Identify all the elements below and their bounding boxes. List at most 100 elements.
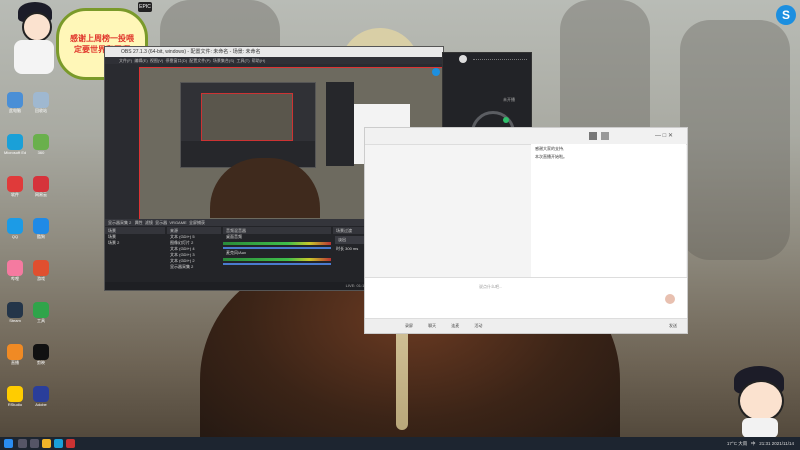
desktop-icon-label: 哔哩 [11, 276, 19, 281]
chat-window: — □ ✕ 感谢大家的支持, 本次直播开始啦。 说点什么吧... 录屏 聊天 连… [364, 127, 688, 334]
clock-time[interactable]: 21:31 [759, 441, 770, 446]
display-select[interactable]: 显示器 [155, 220, 167, 225]
clock-date[interactable]: 2021/11/14 [772, 441, 794, 446]
bottom-item[interactable]: 连麦 [451, 323, 459, 328]
file-explorer-icon[interactable] [42, 439, 51, 448]
desktop-icon[interactable]: 剪映 [30, 344, 52, 365]
toolbar-icons[interactable] [473, 59, 527, 64]
desktop-icon-label: 工具 [37, 318, 45, 323]
volume-slider[interactable] [223, 247, 331, 249]
epic-badge: EPIC [138, 2, 152, 12]
desktop-icon[interactable]: 360 [30, 134, 52, 155]
chat-title-bar[interactable]: — □ ✕ [365, 128, 687, 145]
desktop-icon-label: QQ [11, 234, 19, 239]
app-icon [7, 344, 23, 360]
app-icon [33, 344, 49, 360]
weather-widget[interactable]: 17°C 大雨 [727, 441, 747, 446]
search-icon[interactable] [18, 439, 27, 448]
desktop-icon[interactable]: QQ [4, 218, 26, 239]
desktop-icon[interactable]: Steam [4, 302, 26, 323]
capture-mode[interactable]: 全屏捕获 [189, 220, 205, 225]
obs-title-bar[interactable]: OBS 27.1.3 (64-bit, windows) - 配置文件: 未命名… [105, 47, 443, 57]
mixer-dock-title: 音频混音器 [223, 227, 331, 234]
properties-button[interactable]: 属性 [135, 220, 143, 225]
volume-slider[interactable] [223, 263, 331, 265]
app-icon [33, 134, 49, 150]
desktop-icon[interactable]: RStudio [4, 386, 26, 407]
edge-icon[interactable] [54, 439, 63, 448]
cartoon-face [738, 380, 784, 422]
bottom-item[interactable]: 录屏 [405, 323, 413, 328]
desktop-icon[interactable]: 酷狗 [30, 218, 52, 239]
app-icon [33, 218, 49, 234]
sources-dock: 来源 文本 (GDI+) 5 图像幻灯片 2 文本 (GDI+) 4 文本 (GDI+… [167, 227, 221, 282]
send-button[interactable]: 发送 [669, 319, 677, 333]
app-icon [33, 260, 49, 276]
language-indicator[interactable]: 中 [751, 441, 756, 446]
chat-input-placeholder[interactable]: 说点什么吧... [479, 284, 502, 290]
mixer-track-name: 麦克风/Aux [226, 250, 247, 255]
obs-menu-tools[interactable]: 工具(T) [236, 58, 249, 63]
desktop-icon[interactable]: 游戏 [30, 260, 52, 281]
scenes-dock: 场景 场景 场景 2 [105, 227, 165, 282]
bottom-item[interactable]: 活动 [474, 323, 482, 328]
desktop-icon-label: 回收站 [35, 108, 47, 113]
desktop-icon-label: 直播 [11, 360, 19, 365]
obs-menu-file[interactable]: 文件(F) [119, 58, 132, 63]
start-icon[interactable] [4, 439, 13, 448]
obs-taskbar-icon[interactable] [66, 439, 75, 448]
taskbar: 17°C 大雨 中 21:31 2021/11/14 [0, 437, 800, 450]
source-item[interactable]: 显示器采集 2 [167, 264, 221, 270]
display-value[interactable]: VRGAME [169, 220, 186, 225]
anime-avatar-body [14, 40, 54, 74]
obs-menu-profile[interactable]: 配置文件(P) [189, 58, 210, 63]
duration-label: 时长 [336, 246, 344, 251]
desktop-icon[interactable]: 回收站 [30, 92, 52, 113]
obs-menu-view[interactable]: 视图(V) [150, 58, 163, 63]
desktop-icon[interactable]: Microsoft Edge [4, 134, 26, 155]
desktop-icon[interactable]: 软件 [4, 176, 26, 197]
online-dot [503, 117, 509, 123]
app-icon [7, 176, 23, 192]
desktop-icon[interactable]: 网易云 [30, 176, 52, 197]
obs-menu-edit[interactable]: 编辑(E) [134, 58, 147, 63]
chat-message-panel: 感谢大家的支持, 本次直播开始啦。 [531, 144, 686, 277]
desktop-icon-label: 网易云 [35, 192, 47, 197]
obs-menu-help[interactable]: 帮助(H) [252, 58, 266, 63]
obs-menu-docks[interactable]: 停靠窗口(D) [166, 58, 188, 63]
desktop-icon-label: 软件 [11, 192, 19, 197]
scene-item[interactable]: 场景 2 [105, 240, 165, 246]
source-bar-name: 显示器采集 2 [108, 220, 132, 225]
sources-list: 文本 (GDI+) 5 图像幻灯片 2 文本 (GDI+) 4 文本 (GDI+) 3… [167, 234, 221, 270]
desktop-icon-label: 剪映 [37, 360, 45, 365]
game-icon[interactable] [601, 132, 609, 140]
desktop-icon-label: RStudio [7, 402, 23, 407]
chat-message: 感谢大家的支持, [535, 146, 565, 151]
filters-button[interactable]: 滤镜 [145, 220, 153, 225]
bottom-item[interactable]: 聊天 [428, 323, 436, 328]
chat-input-area[interactable]: 说点什么吧... [365, 277, 687, 318]
task-view-icon[interactable] [30, 439, 39, 448]
home-icon[interactable] [589, 132, 597, 140]
system-tray: 17°C 大雨 中 21:31 2021/11/14 [727, 437, 794, 450]
app-icon [7, 260, 23, 276]
desktop-icon-label: Microsoft Edge [4, 150, 26, 155]
nested-obs-window [180, 82, 316, 168]
desktop-icon[interactable]: 哔哩 [4, 260, 26, 281]
app-icon [7, 134, 23, 150]
audio-meter [223, 258, 331, 261]
audio-mixer-dock: 音频混音器 桌面音频 麦克风/Aux [223, 227, 331, 282]
desktop-icon[interactable]: 此电脑 [4, 92, 26, 113]
duration-input[interactable]: 300 ms [345, 246, 358, 251]
scenes-dock-title: 场景 [105, 227, 165, 234]
desktop-icon[interactable]: Adobe [30, 386, 52, 407]
desktop-icon-label: 360 [37, 150, 45, 155]
app-icon [33, 176, 49, 192]
desktop-icon[interactable]: 工具 [30, 302, 52, 323]
obs-menu-scene-collection[interactable]: 场景集合(S) [213, 58, 234, 63]
user-avatar [665, 294, 675, 304]
window-controls[interactable]: — □ ✕ [655, 132, 679, 140]
mixer-track-name: 桌面音频 [226, 234, 242, 239]
sources-dock-title: 来源 [167, 227, 221, 234]
desktop-icon[interactable]: 直播 [4, 344, 26, 365]
